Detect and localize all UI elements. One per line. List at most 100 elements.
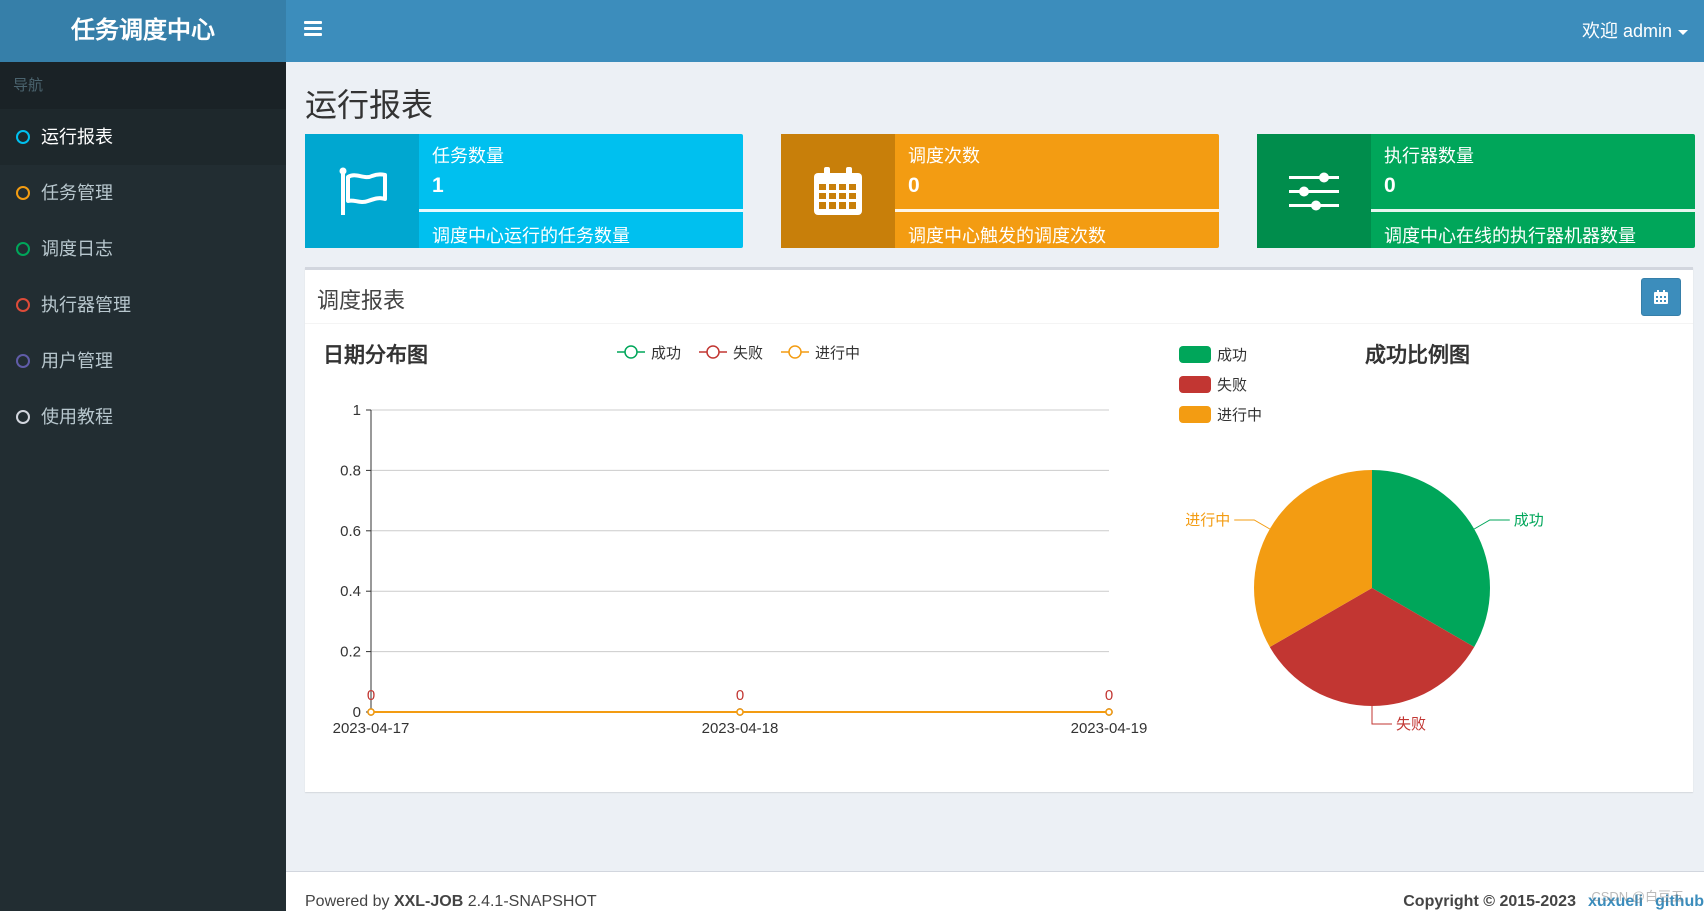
footer: Powered by XXL-JOB 2.4.1-SNAPSHOT Copyri… [286, 871, 1704, 911]
line-chart-title: 日期分布图 [323, 343, 428, 367]
main-content: 运行报表 任务数量 1 调度中心运行的任务数量 调度次数 0 调度中心触发的调度… [286, 62, 1704, 911]
y-tick-label: 1 [353, 402, 361, 419]
legend-label: 进行中 [1217, 407, 1262, 424]
data-point[interactable] [367, 708, 375, 716]
sidebar-item-label: 任务管理 [41, 183, 113, 203]
sidebar-toggle-icon[interactable] [304, 21, 322, 39]
calendar-icon [781, 134, 895, 248]
x-tick-label: 2023-04-19 [1071, 720, 1148, 737]
info-box-number: 1 [432, 174, 444, 197]
label-line [1473, 519, 1510, 530]
pie-chart-legend[interactable]: 成功失败进行中 [1179, 346, 1262, 424]
flag-icon [305, 134, 419, 248]
footer-prefix: Powered by [305, 893, 394, 910]
sidebar-item-label: 执行器管理 [41, 295, 131, 315]
watermark: CSDN @白豆五 [1591, 889, 1684, 904]
legend-item-1[interactable]: 失败 [699, 345, 763, 362]
data-label: 0 [736, 687, 744, 704]
app-logo[interactable]: 任务调度中心 [0, 0, 286, 62]
line-chart-series: 0 0 0 [367, 687, 1113, 716]
legend-label: 失败 [733, 345, 763, 362]
circle-icon [16, 186, 30, 200]
info-box-tasks: 任务数量 1 调度中心运行的任务数量 [305, 134, 743, 248]
report-box-header: 调度报表 [305, 270, 1693, 324]
data-label: 0 [1105, 687, 1113, 704]
sidebar-item-1[interactable]: 任务管理 [0, 165, 286, 221]
y-tick-label: 0.2 [340, 644, 361, 661]
legend-label: 进行中 [815, 345, 860, 362]
sidebar: 导航 运行报表任务管理调度日志执行器管理用户管理使用教程 [0, 62, 286, 911]
footer-brand: XXL-JOB [393, 893, 464, 910]
progress-bar [419, 209, 743, 212]
footer-powered-by: Powered by XXL-JOB 2.4.1-SNAPSHOT [305, 893, 597, 911]
pie-legend-item-0[interactable]: 成功 [1179, 346, 1247, 364]
data-label: 0 [367, 687, 375, 704]
y-tick-label: 0.4 [340, 583, 361, 600]
circle-icon [16, 298, 30, 312]
pie-chart: 成功比例图 成功失败进行中 成功失败进行中 [1179, 343, 1544, 733]
legend-label: 成功 [651, 345, 681, 362]
sidebar-header: 导航 [0, 62, 286, 109]
date-range-button[interactable] [1641, 278, 1681, 316]
user-menu-label: 欢迎 admin [1581, 21, 1672, 41]
legend-item-2[interactable]: 进行中 [781, 345, 860, 362]
legend-swatch [1179, 406, 1211, 423]
circle-icon [16, 130, 30, 144]
slice-label: 成功 [1514, 512, 1544, 529]
legend-item-0[interactable]: 成功 [617, 345, 681, 362]
sidebar-item-label: 用户管理 [41, 351, 113, 371]
legend-marker [706, 345, 720, 359]
x-tick-label: 2023-04-17 [333, 720, 410, 737]
y-tick-label: 0.8 [340, 462, 361, 479]
line-chart-grid [371, 409, 1109, 713]
label-line [1234, 519, 1271, 530]
sidebar-item-2[interactable]: 调度日志 [0, 221, 286, 277]
data-point[interactable] [736, 708, 744, 716]
slice-label: 进行中 [1185, 512, 1230, 529]
info-box-triggers: 调度次数 0 调度中心触发的调度次数 [781, 134, 1219, 248]
line-chart-legend[interactable]: 成功 失败 进行中 [617, 345, 860, 362]
data-point[interactable] [1105, 708, 1113, 716]
legend-marker [624, 345, 638, 359]
pie-chart-title: 成功比例图 [1365, 343, 1470, 367]
sidebar-item-label: 使用教程 [41, 407, 113, 427]
report-title: 调度报表 [317, 288, 406, 313]
sidebar-item-5[interactable]: 使用教程 [0, 389, 286, 445]
legend-swatch [1179, 346, 1211, 363]
copyright-text: Copyright © 2015-2023 [1403, 893, 1576, 910]
y-tick-label: 0 [353, 704, 361, 721]
info-box-desc: 调度中心在线的执行器机器数量 [1384, 226, 1636, 246]
page-title: 运行报表 [305, 87, 434, 123]
circle-icon [16, 242, 30, 256]
legend-swatch [1179, 376, 1211, 393]
info-box-executors: 执行器数量 0 调度中心在线的执行器机器数量 [1257, 134, 1695, 248]
sidebar-item-4[interactable]: 用户管理 [0, 333, 286, 389]
legend-label: 失败 [1217, 377, 1247, 394]
slice-label: 失败 [1396, 716, 1426, 733]
info-box-title: 执行器数量 [1384, 146, 1474, 166]
sliders-icon [1257, 134, 1371, 248]
footer-version: 2.4.1-SNAPSHOT [463, 893, 597, 910]
circle-icon [16, 410, 30, 424]
info-box-desc: 调度中心运行的任务数量 [432, 226, 630, 246]
legend-marker [788, 345, 802, 359]
pie-legend-item-2[interactable]: 进行中 [1179, 406, 1262, 424]
sidebar-item-3[interactable]: 执行器管理 [0, 277, 286, 333]
legend-label: 成功 [1217, 347, 1247, 364]
sidebar-menu: 运行报表任务管理调度日志执行器管理用户管理使用教程 [0, 109, 286, 445]
info-box-number: 0 [1384, 174, 1396, 197]
sidebar-item-0[interactable]: 运行报表 [0, 109, 286, 165]
y-tick-label: 0.6 [340, 523, 361, 540]
circle-icon [16, 354, 30, 368]
x-tick-label: 2023-04-18 [702, 720, 779, 737]
pie-legend-item-1[interactable]: 失败 [1179, 376, 1247, 394]
progress-bar [895, 209, 1219, 212]
user-menu[interactable]: 欢迎 admin [1582, 0, 1688, 62]
line-chart: 日期分布图 成功 失败 进行中 0 0.2 0.4 0.6 0.8 1 2023-04-17 20… [323, 343, 1148, 737]
info-box-title: 任务数量 [432, 146, 504, 166]
pie-chart-slices: 成功失败 进行中 [1185, 470, 1544, 733]
calendar-icon [1654, 290, 1668, 304]
info-box-desc: 调度中心触发的调度次数 [908, 226, 1106, 246]
caret-down-icon [1678, 29, 1688, 35]
info-box-title: 调度次数 [908, 146, 980, 166]
